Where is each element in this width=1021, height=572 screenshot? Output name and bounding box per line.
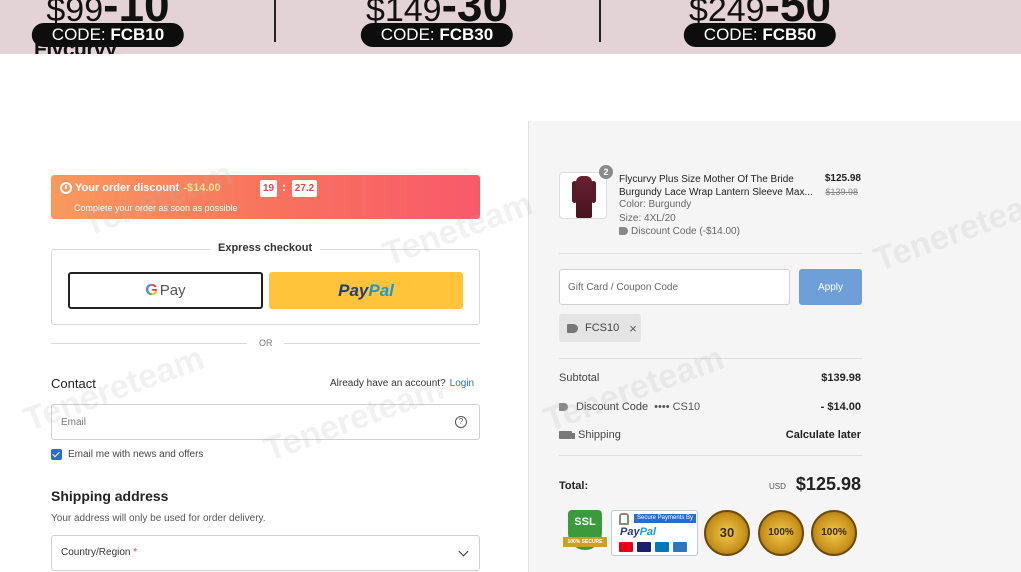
login-link[interactable]: Login	[450, 378, 474, 389]
promo-divider	[274, 0, 276, 42]
shipping-subtitle: Your address will only be used for order…	[51, 513, 266, 524]
newsletter-checkbox[interactable]	[51, 449, 62, 460]
close-icon[interactable]: ×	[629, 321, 637, 336]
account-prompt: Already have an account? Login	[330, 378, 475, 389]
total-label: Total:	[559, 480, 589, 492]
mastercard-icon	[619, 542, 633, 552]
money-back-guarantee-seal: 30	[704, 510, 750, 556]
chevron-down-icon	[458, 546, 469, 557]
country-region-select[interactable]: Country/Region *	[51, 535, 480, 571]
secure-payments-badge: Secure Payments By PayPal	[611, 510, 698, 556]
applied-code-chip: FCS10 ×	[559, 314, 641, 342]
paypal-logo-pal: Pal	[368, 280, 394, 300]
shipping-heading: Shipping address	[51, 488, 169, 504]
summary-divider	[559, 358, 862, 359]
coupon-input[interactable]	[560, 270, 789, 304]
satisfaction-guarantee-seal: 100%	[811, 510, 857, 556]
paypal-logo-pay: Pay	[338, 280, 369, 300]
email-input[interactable]	[52, 405, 442, 439]
product-original-price: $139.98	[825, 187, 858, 197]
tag-icon	[567, 323, 578, 333]
newsletter-option: Email me with news and offers	[51, 449, 203, 460]
product-thumbnail	[559, 172, 607, 219]
divider-left	[51, 343, 247, 344]
express-checkout: Express checkout G Pay Pay Pal	[51, 242, 480, 325]
shipping-row-label: Shipping	[559, 429, 621, 441]
subtotal-label: Subtotal	[559, 372, 600, 384]
contact-heading: Contact	[51, 376, 96, 391]
product-price: $125.98	[824, 173, 861, 184]
ssl-secure-badge: SSL 100% SECURE	[563, 510, 607, 556]
summary-divider	[559, 253, 862, 254]
summary-divider	[559, 455, 862, 456]
timer-seconds: 27.2	[292, 180, 317, 197]
timer-minutes: 19	[260, 180, 277, 197]
gpay-label: Pay	[159, 282, 186, 299]
promo-item-fcb30: $149-30 CODE: FCB30	[337, 0, 537, 54]
newsletter-label: Email me with news and offers	[68, 449, 204, 460]
coupon-field[interactable]	[559, 269, 790, 305]
shipping-value: Calculate later	[785, 429, 861, 441]
google-g-icon: G	[145, 281, 158, 299]
tag-icon	[619, 227, 628, 235]
discount-amount: -$14.00	[183, 182, 221, 194]
brand-logo[interactable]: Flycurvy	[34, 38, 117, 54]
order-discount-bar: Your order discount -$14.00 19 : 27.2 Co…	[51, 175, 480, 219]
product-name: Flycurvy Plus Size Mother Of The Bride B…	[619, 174, 813, 198]
best-price-guarantee-seal: 100%	[758, 510, 804, 556]
visa-icon	[637, 542, 651, 552]
email-field[interactable]: ?	[51, 404, 480, 440]
promo-code-badge: CODE: FCB50	[683, 23, 837, 47]
diners-club-icon	[655, 542, 669, 552]
promo-divider	[599, 0, 601, 42]
apply-button[interactable]: Apply	[799, 269, 862, 305]
discount-row-label: Discount Code •••• CS10	[559, 401, 700, 413]
divider-right	[284, 343, 480, 344]
country-region-label: Country/Region *	[61, 547, 138, 558]
promo-code-badge: CODE: FCB30	[360, 23, 514, 47]
timer-separator: :	[282, 180, 286, 194]
discount-value: - $14.00	[820, 401, 861, 413]
applied-code: FCS10	[585, 322, 620, 334]
amex-icon	[673, 542, 687, 552]
quantity-badge: 2	[599, 165, 613, 179]
product-color: Color: Burgundy	[619, 199, 692, 210]
discount-title: Your order discount -$14.00	[60, 182, 221, 194]
dress-image-icon	[576, 176, 592, 218]
help-icon[interactable]: ?	[455, 416, 467, 428]
subtotal-value: $139.98	[821, 372, 861, 384]
express-checkout-title: Express checkout	[210, 242, 321, 254]
truck-icon	[559, 431, 575, 439]
tag-icon	[559, 403, 568, 411]
lock-icon	[619, 513, 629, 525]
promo-item-fcb50: $249-50 CODE: FCB50	[660, 0, 860, 54]
product-discount: Discount Code (-$14.00)	[619, 226, 740, 237]
total-currency: USD	[769, 482, 786, 491]
discount-subtitle: Complete your order as soon as possible	[74, 203, 238, 213]
promo-banner: $99-10 CODE: FCB10 $149-30 CODE: FCB30 $…	[0, 0, 1021, 54]
product-size: Size: 4XL/20	[619, 213, 676, 224]
paypal-button[interactable]: Pay Pal	[269, 272, 463, 309]
total-value: $125.98	[795, 474, 861, 494]
google-pay-button[interactable]: G Pay	[68, 272, 263, 309]
or-divider-text: OR	[259, 338, 273, 348]
alarm-clock-icon	[60, 182, 72, 194]
discount-code-masked: •••• CS10	[654, 401, 701, 413]
